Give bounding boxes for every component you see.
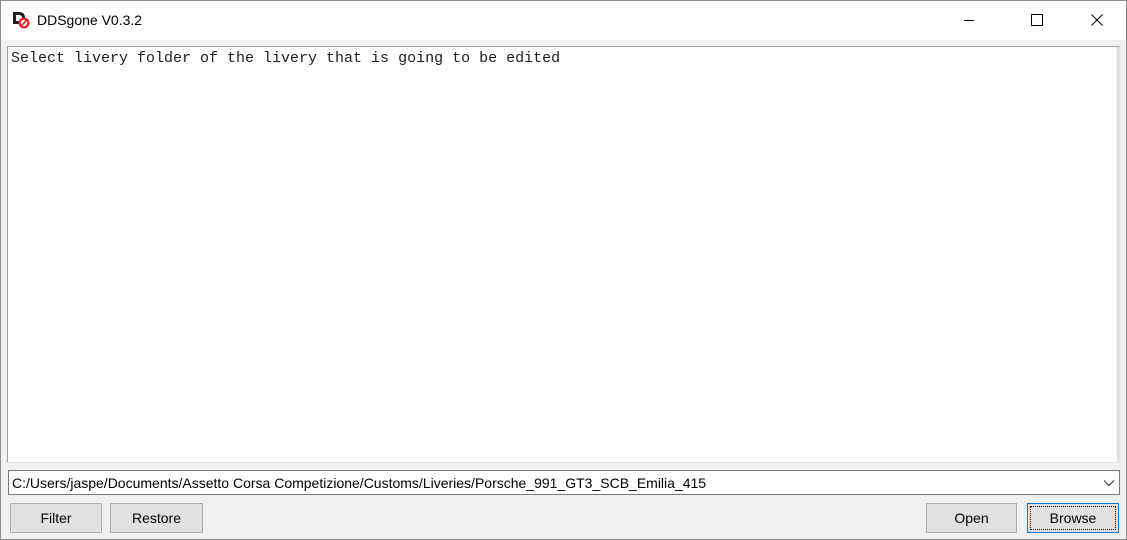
browse-button[interactable]: Browse [1027, 503, 1119, 533]
app-window: DDSgone V0.3.2 Select livery folder of t… [0, 0, 1127, 540]
maximize-icon [1031, 13, 1043, 29]
maximize-button[interactable] [1014, 1, 1060, 40]
minimize-button[interactable] [946, 1, 992, 40]
browse-button-label: Browse [1049, 510, 1097, 526]
ddsgone-app-icon[interactable] [12, 11, 30, 29]
log-textbox[interactable]: Select livery folder of the livery that … [7, 46, 1120, 463]
filter-button-label: Filter [40, 510, 72, 526]
close-button[interactable] [1074, 1, 1120, 40]
minimize-icon [963, 13, 975, 29]
open-button[interactable]: Open [926, 503, 1017, 533]
restore-button[interactable]: Restore [110, 503, 203, 533]
window-title: DDSgone V0.3.2 [37, 12, 143, 28]
log-scrollbar[interactable] [1117, 47, 1119, 462]
client-area: Select livery folder of the livery that … [1, 40, 1126, 539]
title-bar[interactable]: DDSgone V0.3.2 [1, 1, 1126, 40]
open-button-label: Open [954, 510, 989, 526]
filter-button[interactable]: Filter [10, 503, 102, 533]
close-icon [1091, 13, 1103, 29]
livery-path-value: C:/Users/jaspe/Documents/Assetto Corsa C… [12, 475, 707, 491]
livery-path-combobox[interactable]: C:/Users/jaspe/Documents/Assetto Corsa C… [8, 470, 1120, 495]
chevron-down-icon[interactable] [1099, 471, 1119, 494]
restore-button-label: Restore [131, 510, 182, 526]
log-line: Select livery folder of the livery that … [11, 50, 561, 67]
